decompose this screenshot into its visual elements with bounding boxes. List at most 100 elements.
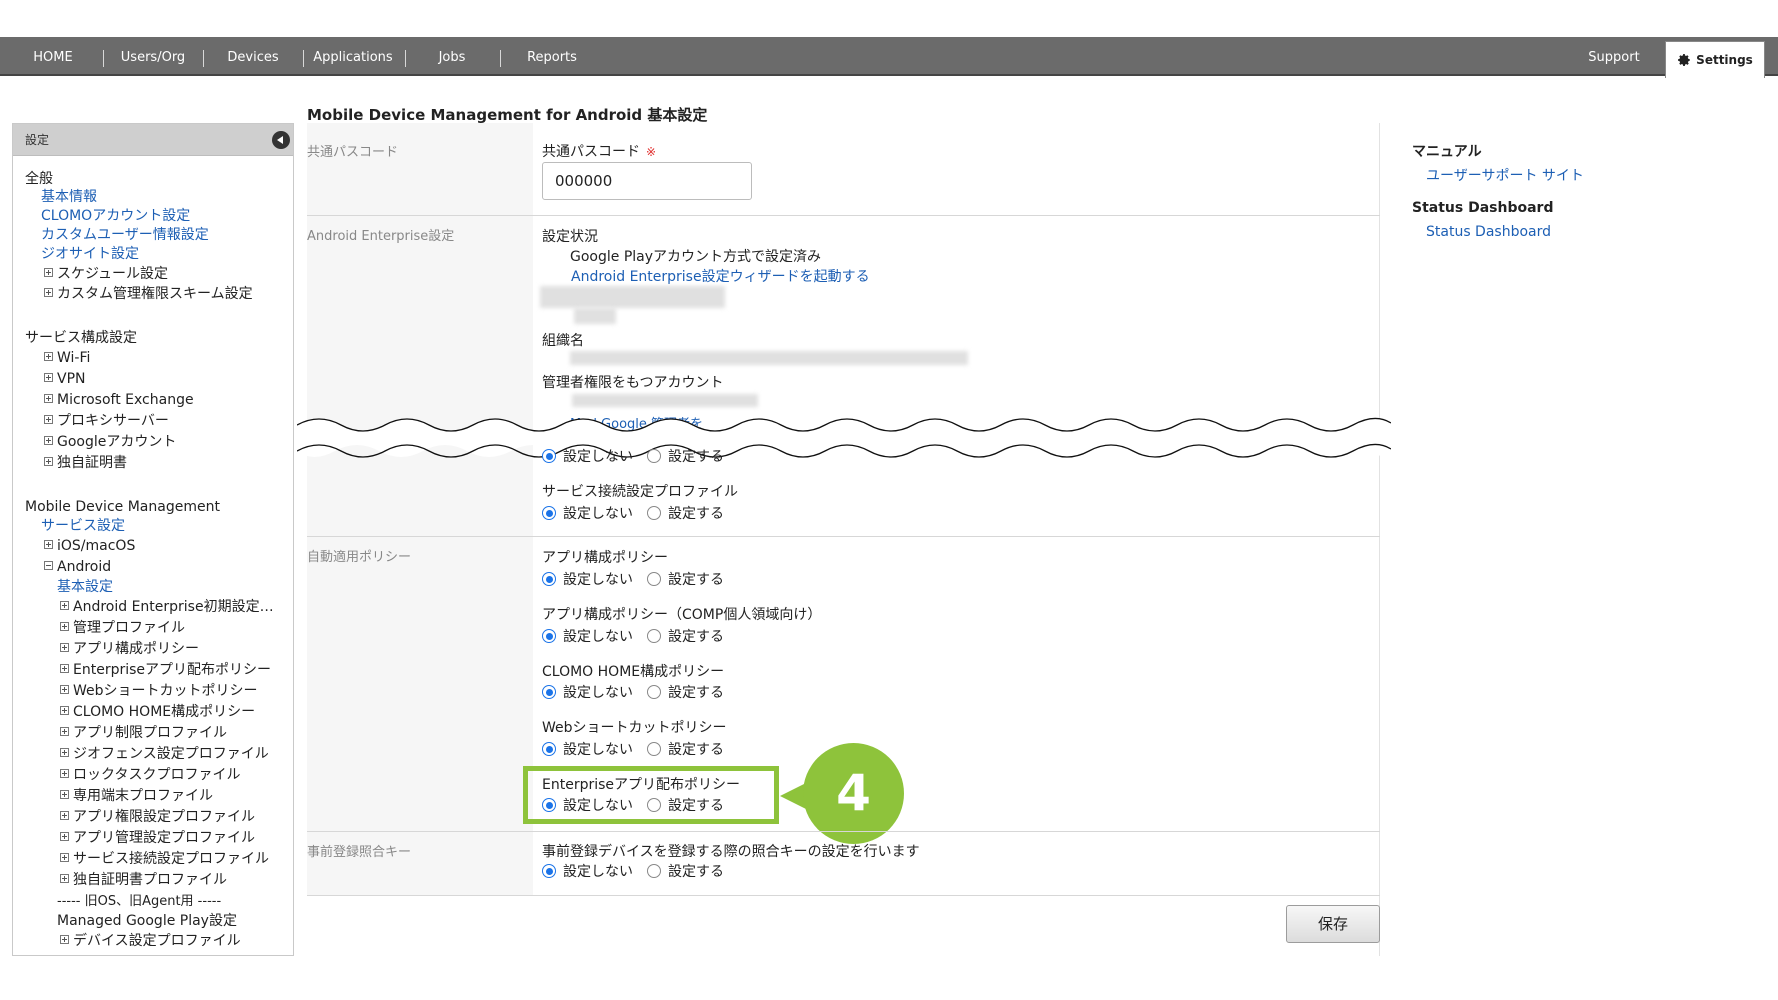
nav-settings-tab[interactable]: Settings [1665, 41, 1765, 78]
sidebar-item-label: Googleアカウント [57, 434, 177, 450]
nav-users-org[interactable]: Users/Org [112, 37, 194, 76]
sidebar-item-label: Enterpriseアプリ配布ポリシー [73, 662, 272, 678]
nav-jobs[interactable]: Jobs [430, 37, 474, 76]
collapse-sidebar-icon[interactable] [272, 131, 290, 149]
sidebar-item-android-sub[interactable]: 専用端末プロファイル [60, 787, 213, 805]
radio-off[interactable] [542, 742, 556, 756]
redacted-org-name [570, 351, 968, 365]
sidebar-item-android-sub[interactable]: サービス接続設定プロファイル [60, 850, 269, 868]
sidebar-item-label: サービス接続設定プロファイル [73, 851, 269, 867]
sidebar-link-geosite[interactable]: ジオサイト設定 [41, 245, 139, 263]
radio-off-label: 設定しない [563, 449, 633, 465]
sidebar-link-service-settings[interactable]: サービス設定 [41, 517, 125, 535]
sidebar-item-android-sub[interactable]: CLOMO HOME構成ポリシー [60, 703, 255, 721]
sidebar-item-label: Android [57, 559, 112, 575]
sidebar-item-android[interactable]: Android [44, 558, 111, 576]
radio-on[interactable] [647, 629, 661, 643]
radio-off[interactable] [542, 572, 556, 586]
expand-icon [60, 664, 69, 673]
radio-on[interactable] [647, 506, 661, 520]
nav-reports[interactable]: Reports [524, 37, 580, 76]
radio-group-web-shortcut: 設定しない 設定する [542, 739, 724, 759]
sidebar-item-android-sub[interactable]: 独自証明書プロファイル [60, 871, 227, 889]
radio-off-label: 設定しない [563, 742, 633, 758]
radio-off[interactable] [542, 449, 556, 463]
sidebar-item-android-sub[interactable]: アプリ管理設定プロファイル [60, 829, 255, 847]
sidebar-item-android-sub[interactable]: アプリ権限設定プロファイル [60, 808, 255, 826]
nav-separator [500, 50, 501, 67]
sidebar-link-clomo-account[interactable]: CLOMOアカウント設定 [41, 207, 190, 225]
sidebar-item-label: アプリ構成ポリシー [73, 641, 199, 657]
expand-icon [44, 457, 53, 466]
radio-off[interactable] [542, 685, 556, 699]
sidebar-item-android-sub[interactable]: アプリ制限プロファイル [60, 724, 227, 742]
nav-applications[interactable]: Applications [312, 37, 394, 76]
section-label-auto-policy: 自動適用ポリシー [307, 550, 412, 565]
sidebar-link-android-basic[interactable]: 基本設定 [57, 578, 113, 596]
expand-icon [44, 436, 53, 445]
expand-icon [60, 790, 69, 799]
radio-group-partial: 設定しない 設定する [542, 446, 724, 466]
user-support-site-link[interactable]: ユーザーサポート サイト [1426, 165, 1584, 185]
sidebar-item-android-sub[interactable]: Enterpriseアプリ配布ポリシー [60, 661, 271, 679]
sidebar-item-label: VPN [57, 371, 86, 387]
sidebar-item-android-sub[interactable]: Webショートカットポリシー [60, 682, 258, 700]
sidebar-item-android-sub[interactable]: ロックタスクプロファイル [60, 766, 240, 784]
sidebar-item-google-account[interactable]: Googleアカウント [44, 433, 176, 451]
radio-on[interactable] [647, 685, 661, 699]
sidebar-item-vpn[interactable]: VPN [44, 370, 86, 388]
sidebar-item-certificate[interactable]: 独自証明書 [44, 454, 127, 472]
radio-group-app-config: 設定しない 設定する [542, 569, 724, 589]
sidebar-item-android-sub[interactable]: ジオフェンス設定プロファイル [60, 745, 269, 763]
sidebar-legacy-separator: ----- 旧OS、旧Agent用 ----- [57, 894, 222, 909]
divider [307, 895, 1380, 896]
radio-off-label: 設定しない [563, 629, 633, 645]
manual-title: マニュアル [1412, 144, 1482, 160]
ae-wizard-link[interactable]: Android Enterprise設定ウィザードを起動する [571, 266, 870, 286]
top-nav: HOME Users/Org Devices Applications Jobs… [0, 37, 1778, 78]
sidebar-link-custom-user[interactable]: カスタムユーザー情報設定 [41, 226, 209, 244]
radio-off[interactable] [542, 506, 556, 520]
radio-off[interactable] [542, 864, 556, 878]
sidebar-item-custom-permission[interactable]: カスタム管理権限スキーム設定 [44, 285, 253, 303]
sidebar-item-proxy[interactable]: プロキシサーバー [44, 412, 169, 430]
sidebar-item-device-settings[interactable]: デバイス設定プロファイル [60, 932, 241, 950]
sidebar-item-android-sub[interactable]: Android Enterprise初期設定… [60, 598, 274, 616]
passcode-input[interactable]: 000000 [542, 162, 752, 200]
nav-devices[interactable]: Devices [220, 37, 286, 76]
expand-icon [44, 415, 53, 424]
expand-icon [60, 874, 69, 883]
sidebar-item-label: ジオフェンス設定プロファイル [73, 746, 269, 762]
nav-home[interactable]: HOME [25, 37, 81, 76]
sidebar-item-wifi[interactable]: Wi-Fi [44, 349, 90, 367]
sidebar-item-label: Android Enterprise初期設定… [73, 599, 274, 615]
sidebar-item-exchange[interactable]: Microsoft Exchange [44, 391, 194, 409]
collapse-icon [44, 561, 53, 570]
sidebar-section-general: 全般 [25, 171, 53, 187]
radio-off[interactable] [542, 629, 556, 643]
expand-icon [44, 394, 53, 403]
sidebar-item-schedule[interactable]: スケジュール設定 [44, 265, 168, 283]
status-dashboard-title: Status Dashboard [1412, 200, 1554, 216]
nav-support[interactable]: Support [1583, 37, 1645, 76]
section-label-android-enterprise: Android Enterprise設定 [307, 229, 455, 244]
web-shortcut-label: Webショートカットポリシー [542, 720, 727, 736]
radio-on[interactable] [647, 572, 661, 586]
highlight-box [523, 766, 779, 824]
status-dashboard-link[interactable]: Status Dashboard [1426, 224, 1551, 240]
sidebar-item-ios[interactable]: iOS/macOS [44, 537, 135, 555]
sidebar-item-label: 専用端末プロファイル [73, 788, 213, 804]
sidebar-item-android-sub[interactable]: アプリ構成ポリシー [60, 640, 199, 658]
radio-on[interactable] [647, 449, 661, 463]
sidebar-item-android-sub[interactable]: 管理プロファイル [60, 619, 185, 637]
radio-on[interactable] [647, 864, 661, 878]
radio-on-label: 設定する [668, 685, 724, 701]
sidebar-item-label: スケジュール設定 [57, 266, 169, 282]
radio-on[interactable] [647, 742, 661, 756]
setup-status-value: Google Playアカウント方式で設定済み [570, 249, 822, 265]
save-button[interactable]: 保存 [1286, 905, 1380, 943]
radio-group-home-config: 設定しない 設定する [542, 682, 724, 702]
expand-icon [44, 540, 53, 549]
sidebar-link-basic-info[interactable]: 基本情報 [41, 188, 97, 206]
radio-group-prereg: 設定しない 設定する [542, 861, 724, 881]
